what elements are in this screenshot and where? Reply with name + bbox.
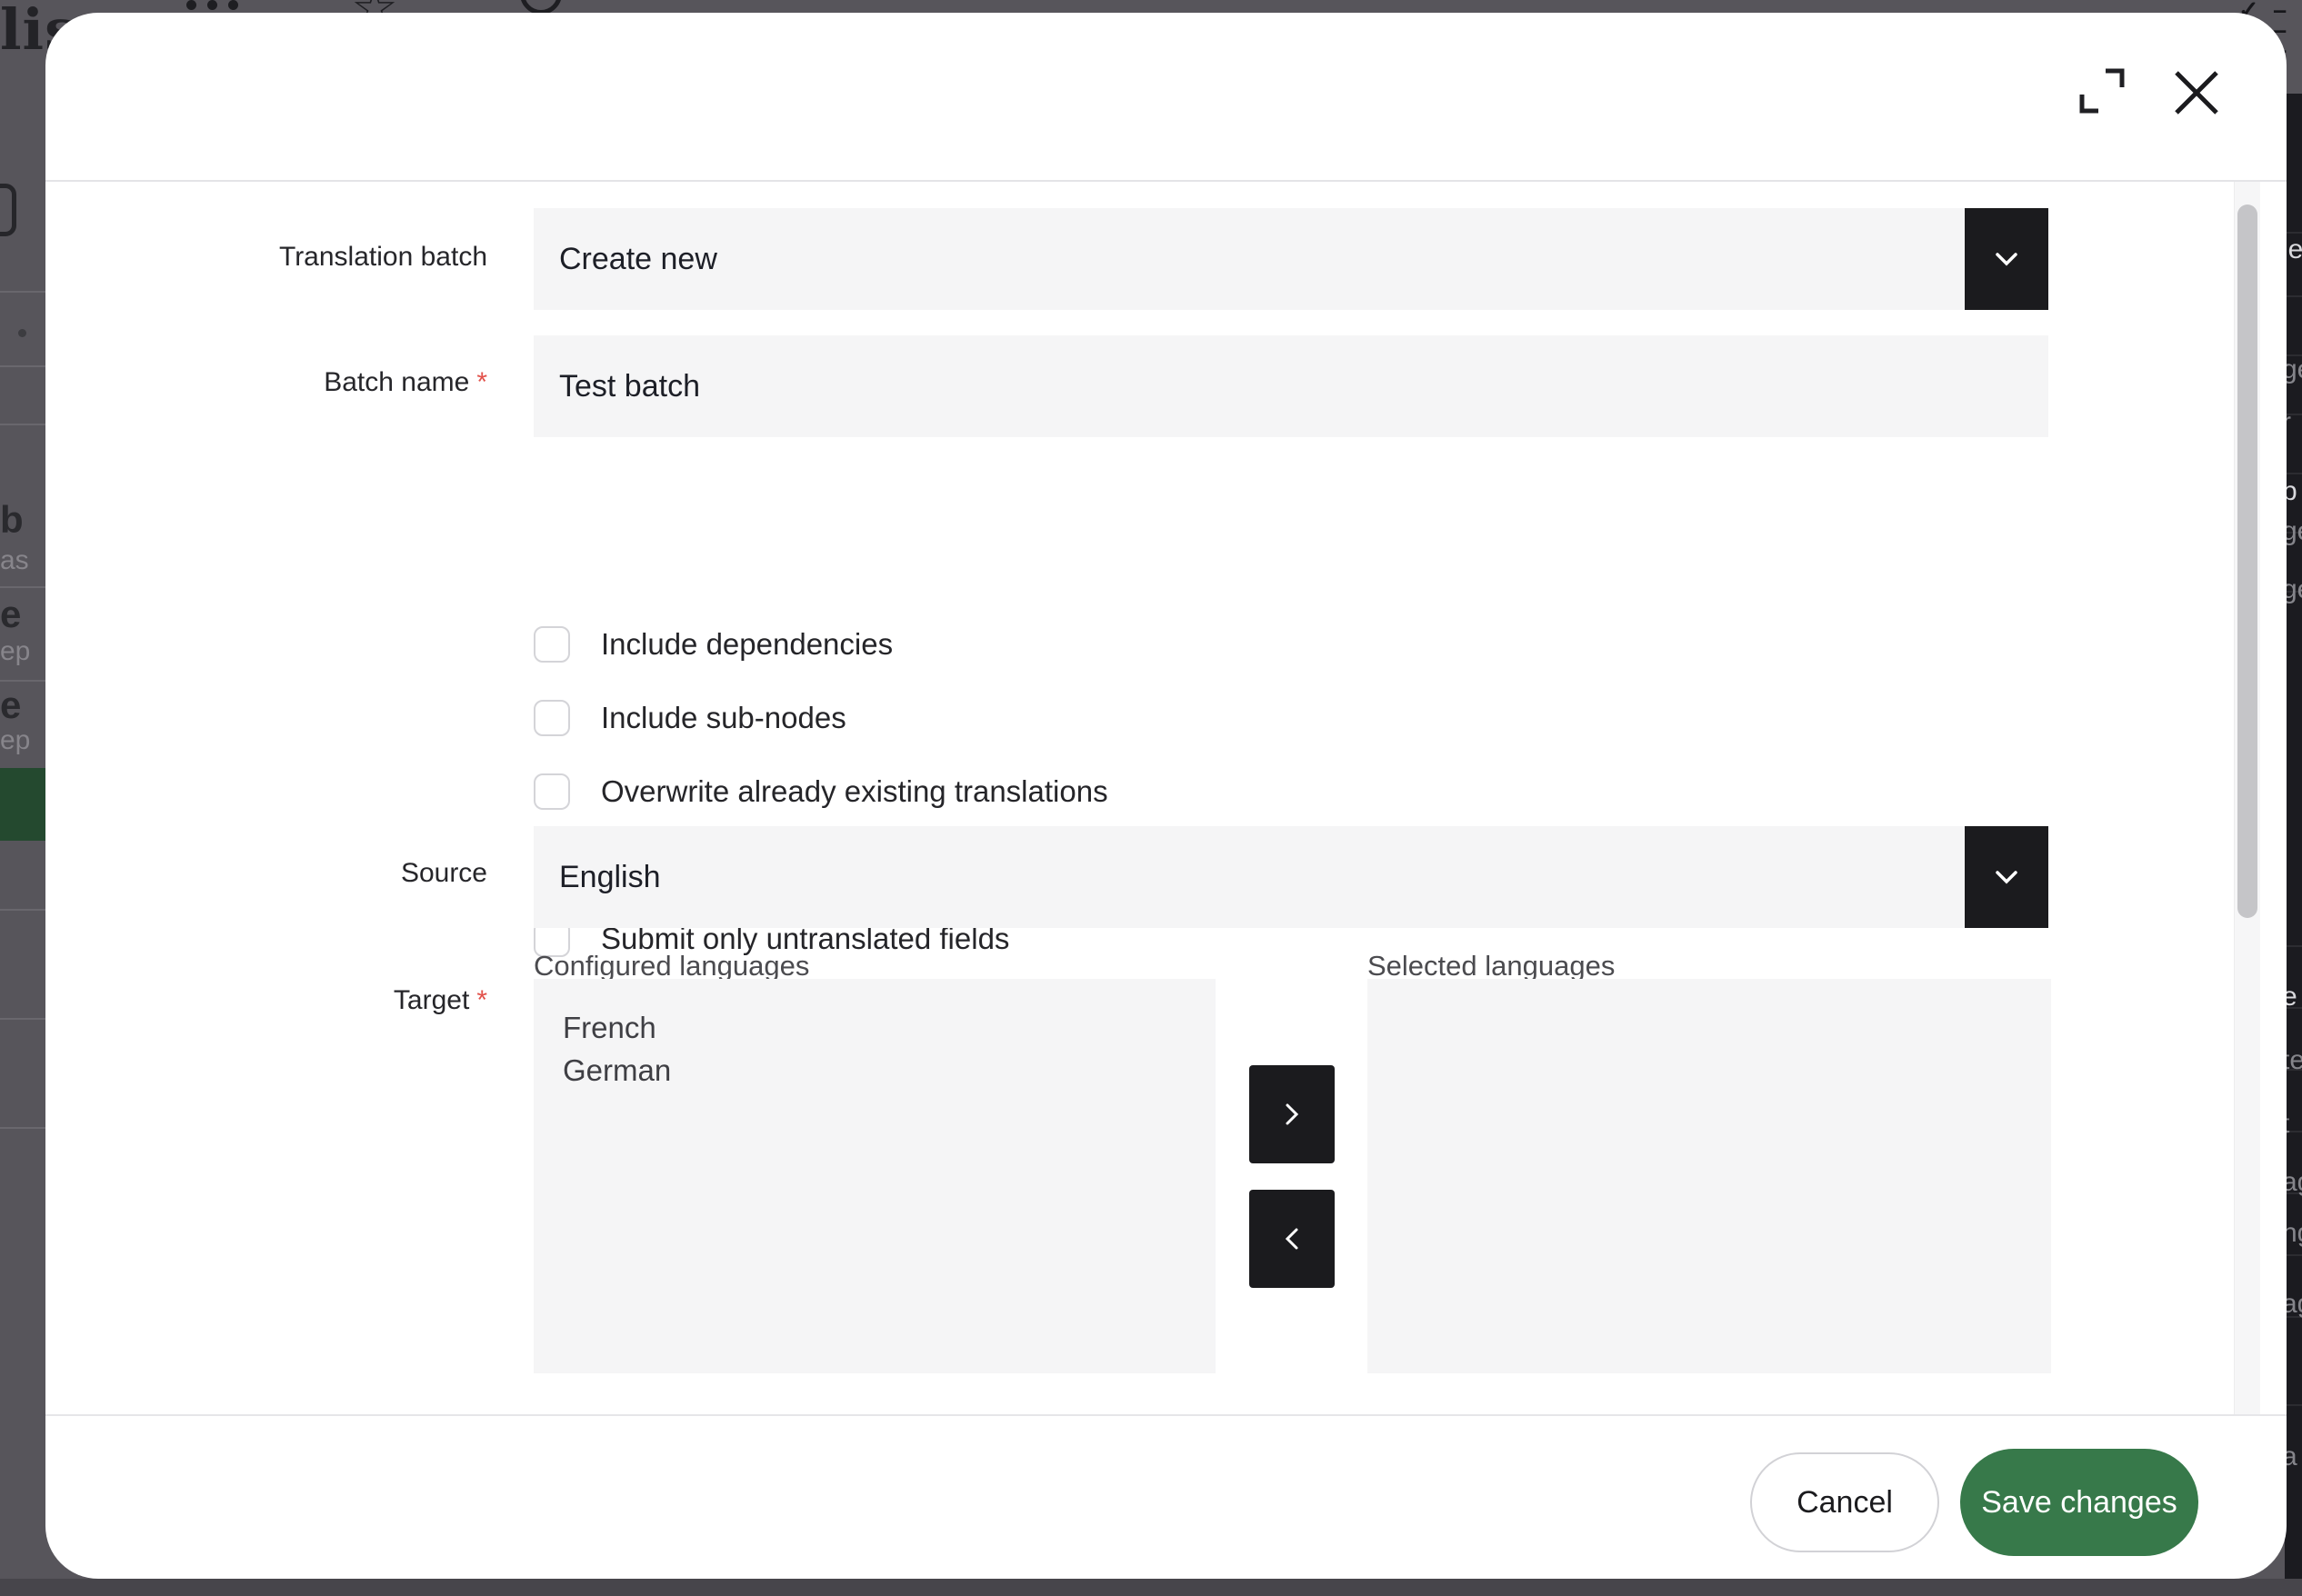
translation-batch-label: Translation batch [45, 242, 487, 273]
chevron-down-icon [1988, 241, 2025, 277]
checkbox-label: Include sub-nodes [601, 701, 846, 735]
configured-languages-list[interactable]: FrenchGerman [534, 979, 1216, 1373]
grid-dots-icon [186, 0, 238, 10]
selected-languages-header: Selected languages [1367, 950, 1615, 983]
background-right-panel [2285, 94, 2302, 1579]
dialog-footer: Cancel Save changes [45, 1414, 2287, 1579]
source-dropdown-button[interactable] [1965, 826, 2048, 928]
batch-name-label: Batch name* [45, 367, 487, 398]
background-button-fragment [0, 184, 16, 236]
chevron-down-icon [1988, 859, 2025, 895]
selected-languages-list[interactable] [1367, 979, 2051, 1373]
required-asterisk: * [476, 985, 487, 1015]
background-dot-fragment [18, 329, 26, 337]
checkbox-label: Include dependencies [601, 627, 893, 662]
translation-batch-dropdown-button[interactable] [1965, 208, 2048, 310]
checkbox[interactable] [534, 700, 570, 736]
source-label: Source [45, 858, 487, 889]
background-bottom-strip [0, 1579, 2302, 1596]
chevron-right-icon [1276, 1098, 1308, 1131]
translation-batch-value: Create new [534, 242, 717, 277]
checkbox-row[interactable]: Include sub-nodes [534, 700, 846, 736]
language-list-item[interactable]: German [563, 1049, 1216, 1092]
chevron-left-icon [1276, 1222, 1308, 1255]
source-select[interactable]: English [534, 826, 2048, 928]
batch-name-value: Test batch [534, 369, 700, 404]
move-left-button[interactable] [1249, 1190, 1335, 1288]
translation-batch-dialog: Translation batch Create new Batch name*… [45, 13, 2287, 1579]
configured-languages-header: Configured languages [534, 950, 809, 983]
language-list-item[interactable]: French [563, 1006, 1216, 1049]
checkbox-label: Overwrite already existing translations [601, 774, 1108, 809]
scrollbar-track[interactable] [2234, 182, 2260, 1414]
source-value: English [534, 860, 661, 895]
background-text-fragment: ep [0, 636, 30, 667]
background-text-fragment: ep [0, 725, 30, 756]
expand-icon[interactable] [2071, 60, 2133, 122]
background-text-fragment: e [0, 683, 21, 727]
translation-batch-select[interactable]: Create new [534, 208, 2048, 310]
background-text-fragment: b [0, 498, 24, 542]
target-label: Target* [45, 985, 487, 1016]
close-icon[interactable] [2167, 64, 2226, 122]
dialog-body: Translation batch Create new Batch name*… [45, 184, 2287, 1414]
checkbox[interactable] [534, 773, 570, 810]
dialog-header [45, 13, 2287, 182]
checkbox-row[interactable]: Include dependencies [534, 626, 893, 663]
batch-name-input[interactable]: Test batch [534, 335, 2048, 437]
background-text-fragment: e [0, 593, 21, 636]
background-text-fragment: as [0, 545, 29, 576]
checkbox-row[interactable]: Overwrite already existing translations [534, 773, 1108, 810]
scrollbar-thumb[interactable] [2237, 204, 2257, 918]
background-selected-tree-item-fragment [0, 768, 45, 841]
required-asterisk: * [476, 367, 487, 397]
checkbox[interactable] [534, 626, 570, 663]
move-right-button[interactable] [1249, 1065, 1335, 1163]
save-changes-button[interactable]: Save changes [1960, 1449, 2198, 1556]
cancel-button[interactable]: Cancel [1750, 1452, 1939, 1552]
